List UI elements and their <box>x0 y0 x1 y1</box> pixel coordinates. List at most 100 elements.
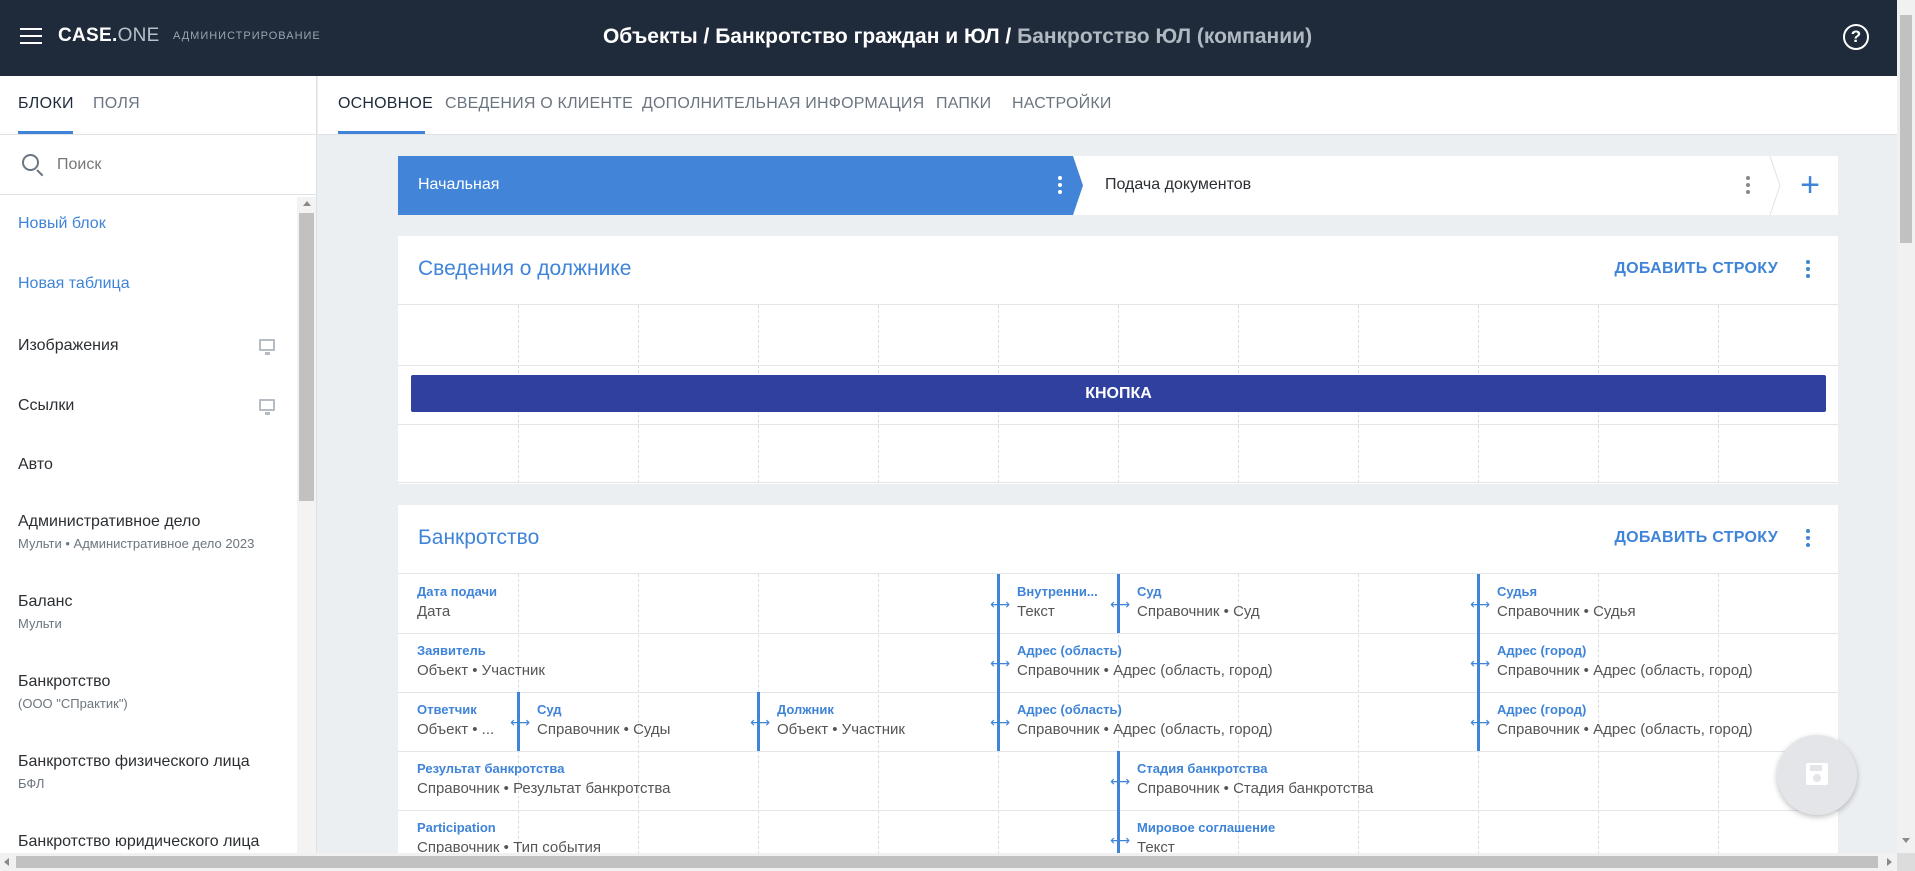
field-address-region[interactable]: Адрес (область) Справочник • Адрес (облас… <box>1017 702 1477 738</box>
field-type: Справочник • Стадия банкротства <box>1137 780 1374 797</box>
main-tabs: ОСНОВНОЕ СВЕДЕНИЯ О КЛИЕНТЕ ДОПОЛНИТЕЛЬН… <box>318 76 1897 135</box>
active-tab-indicator <box>18 131 73 134</box>
sidebar-item-new-block[interactable]: Новый блок <box>18 215 278 233</box>
breadcrumb-objects[interactable]: Объекты <box>603 25 698 48</box>
field-type: Справочник • Адрес (область, город) <box>1497 662 1753 679</box>
sidebar-item-links[interactable]: Ссылки <box>18 397 278 415</box>
sidebar-scrollbar[interactable] <box>297 197 316 861</box>
field-filing-date[interactable]: Дата подачи Дата <box>417 584 877 620</box>
resize-icon[interactable]: ⟷ <box>1110 833 1130 847</box>
page-vertical-scrollbar[interactable] <box>1897 0 1915 853</box>
field-participation[interactable]: Participation Справочник • Тип события <box>417 820 1117 856</box>
resize-icon[interactable]: ⟷ <box>750 715 770 729</box>
tab-settings[interactable]: НАСТРОЙКИ <box>1012 95 1112 113</box>
debtor-card: Сведения о должнике ДОБАВИТЬ СТРОКУ КНОП… <box>398 236 1838 484</box>
field-type: Справочник • Адрес (область, город) <box>1017 721 1273 738</box>
add-stage-button[interactable]: + <box>1795 168 1825 202</box>
sidebar-item-administrative[interactable]: Административное дело Мульти • Администра… <box>18 513 278 551</box>
more-icon[interactable] <box>1806 260 1810 281</box>
sidebar-item-bankruptcy-individual[interactable]: Банкротство физического лица БФЛ <box>18 753 278 791</box>
breadcrumb-group[interactable]: Банкротство граждан и ЮЛ <box>715 25 999 48</box>
breadcrumb-current: Банкротство ЮЛ (компании) <box>1017 25 1313 48</box>
list-item-title: Ссылки <box>18 397 75 414</box>
more-icon[interactable] <box>1806 529 1810 550</box>
stage-label: Начальная <box>418 176 500 193</box>
field-respondent[interactable]: Ответчик Объект • ... <box>417 702 517 738</box>
field-type: Дата <box>417 603 451 620</box>
custom-button[interactable]: КНОПКА <box>411 375 1826 412</box>
search-input[interactable] <box>57 153 297 177</box>
field-address-city[interactable]: Адрес (город) Справочник • Адрес (область… <box>1497 702 1827 738</box>
tab-folders[interactable]: ПАПКИ <box>936 95 991 113</box>
stage-label: Подача документов <box>1105 176 1252 193</box>
grid-row-line <box>398 482 1838 483</box>
sidebar-item-new-table[interactable]: Новая таблица <box>18 275 278 293</box>
field-label: Адрес (область) <box>1017 702 1122 717</box>
list-item-subtitle: (ООО "СПрактик") <box>18 696 128 711</box>
sidebar-item-bankruptcy[interactable]: Банкротство (ООО "СПрактик") <box>18 673 278 711</box>
list-item-title: Авто <box>18 456 53 473</box>
monitor-icon <box>259 399 275 415</box>
sidebar-item-balance[interactable]: Баланс Мульти <box>18 593 278 631</box>
tab-client-info[interactable]: СВЕДЕНИЯ О КЛИЕНТЕ <box>445 95 633 113</box>
scrollbar-thumb[interactable] <box>16 856 1878 868</box>
resize-icon[interactable]: ⟷ <box>1470 597 1490 611</box>
tab-main[interactable]: ОСНОВНОЕ <box>338 95 433 113</box>
save-button[interactable] <box>1777 735 1857 815</box>
bankruptcy-card: Банкротство ДОБАВИТЬ СТРОКУ Дата подачи Д… <box>398 505 1838 871</box>
field-court[interactable]: Суд Справочник • Суд <box>1137 584 1477 620</box>
field-internal[interactable]: Внутренни... Текст <box>1017 584 1115 620</box>
resize-icon[interactable]: ⟷ <box>990 656 1010 670</box>
field-address-region[interactable]: Адрес (область) Справочник • Адрес (облас… <box>1017 643 1477 679</box>
add-row-button[interactable]: ДОБАВИТЬ СТРОКУ <box>1614 260 1778 278</box>
scroll-down-icon[interactable] <box>1902 838 1910 843</box>
list-item-title: Изображения <box>18 337 119 354</box>
resize-icon[interactable]: ⟷ <box>990 597 1010 611</box>
field-type: Справочник • Суды <box>537 721 671 738</box>
tab-additional-info[interactable]: ДОПОЛНИТЕЛЬНАЯ ИНФОРМАЦИЯ <box>642 95 924 113</box>
field-judge[interactable]: Судья Справочник • Судья <box>1497 584 1827 620</box>
tab-fields[interactable]: ПОЛЯ <box>93 95 140 113</box>
scroll-left-icon[interactable] <box>4 858 9 866</box>
field-type: Справочник • Адрес (область, город) <box>1497 721 1753 738</box>
resize-icon[interactable]: ⟷ <box>1110 597 1130 611</box>
list-item-title: Новый блок <box>18 215 106 232</box>
help-icon[interactable]: ? <box>1843 24 1869 50</box>
field-courts[interactable]: Суд Справочник • Суды <box>537 702 757 738</box>
field-label: Судья <box>1497 584 1538 599</box>
resize-icon[interactable]: ⟷ <box>1470 715 1490 729</box>
resize-icon[interactable]: ⟷ <box>1470 656 1490 670</box>
scrollbar-thumb[interactable] <box>299 213 314 501</box>
resize-icon[interactable]: ⟷ <box>1110 774 1130 788</box>
field-applicant[interactable]: Заявитель Объект • Участник <box>417 643 997 679</box>
field-debtor[interactable]: Должник Объект • Участник <box>777 702 997 738</box>
add-row-button[interactable]: ДОБАВИТЬ СТРОКУ <box>1614 529 1778 547</box>
field-type: Объект • Участник <box>777 721 905 738</box>
more-icon[interactable] <box>1746 176 1750 197</box>
field-bankruptcy-result[interactable]: Результат банкротства Справочник • Резуль… <box>417 761 1117 797</box>
list-item-subtitle: Мульти • Административное дело 2023 <box>18 536 255 551</box>
grid-row-line <box>398 365 1838 366</box>
scrollbar-thumb[interactable] <box>1900 15 1912 243</box>
scrollbar-corner <box>1897 853 1915 871</box>
field-address-city[interactable]: Адрес (город) Справочник • Адрес (область… <box>1497 643 1827 679</box>
field-label: Внутренни... <box>1017 584 1098 599</box>
save-icon <box>1806 763 1828 785</box>
stage-initial[interactable]: Начальная <box>398 156 1083 215</box>
more-icon[interactable] <box>1058 176 1062 197</box>
page-horizontal-scrollbar[interactable] <box>0 853 1897 871</box>
grid-row-line <box>398 692 1838 693</box>
field-grid: Дата подачи Дата Внутренни... Текст Суд Спр… <box>398 574 1838 871</box>
field-type: Справочник • Суд <box>1137 603 1260 620</box>
resize-icon[interactable]: ⟷ <box>990 715 1010 729</box>
tab-blocks[interactable]: БЛОКИ <box>18 95 74 113</box>
resize-icon[interactable]: ⟷ <box>510 715 530 729</box>
sidebar-item-images[interactable]: Изображения <box>18 337 278 355</box>
sidebar-item-bankruptcy-legal[interactable]: Банкротство юридического лица <box>18 833 278 851</box>
sidebar-item-auto[interactable]: Авто <box>18 456 278 474</box>
field-settlement[interactable]: Мировое соглашение Текст <box>1137 820 1827 856</box>
field-bankruptcy-stage[interactable]: Стадия банкротства Справочник • Стадия ба… <box>1137 761 1827 797</box>
scroll-up-icon[interactable] <box>303 201 311 206</box>
list-item-title: Баланс <box>18 593 73 610</box>
scroll-right-icon[interactable] <box>1887 858 1892 866</box>
